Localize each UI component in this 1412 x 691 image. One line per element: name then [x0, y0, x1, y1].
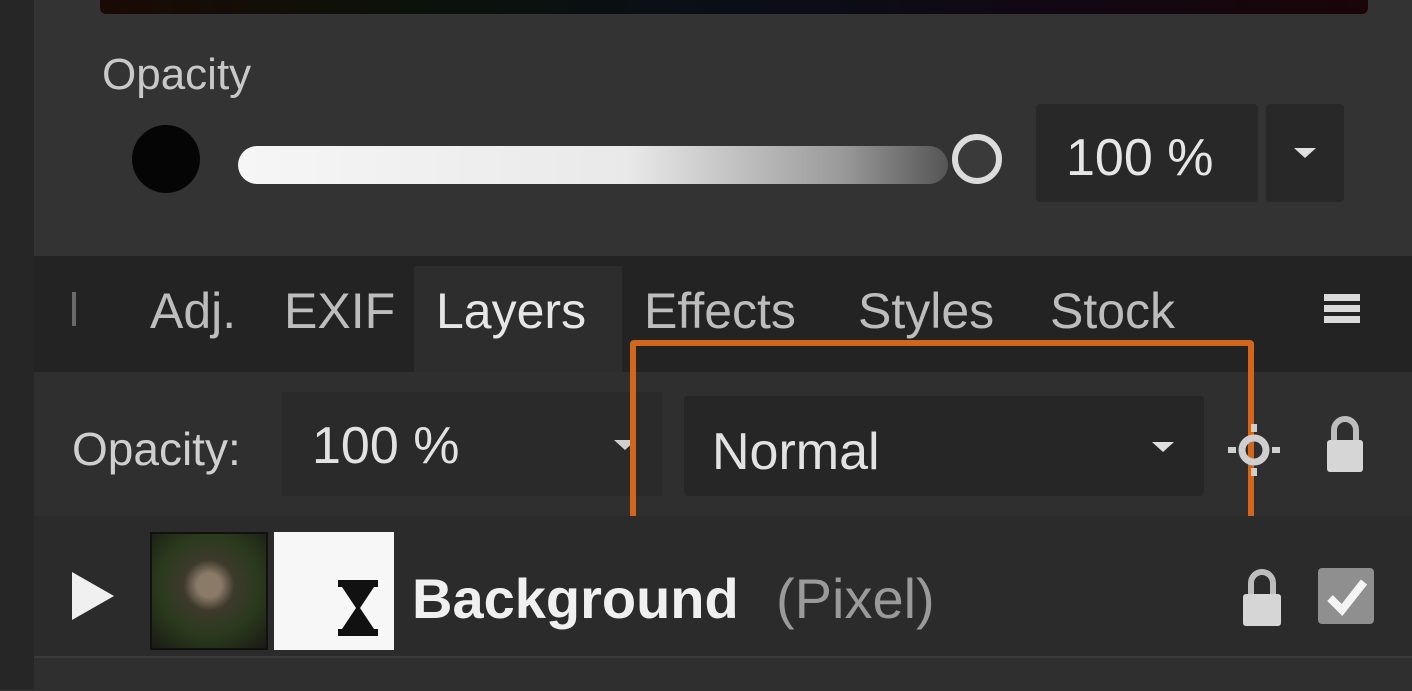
- hourglass-icon: [338, 580, 378, 636]
- sun-icon[interactable]: [1226, 422, 1282, 478]
- color-swatch[interactable]: [132, 125, 200, 193]
- layer-opacity-value: 100 %: [312, 417, 460, 475]
- layer-thumbnail: [150, 532, 268, 650]
- layer-name: Background: [412, 567, 739, 630]
- layer-visibility-checkbox[interactable]: [1318, 568, 1374, 624]
- tab-adjustments[interactable]: Adj.: [150, 282, 236, 340]
- lock-icon[interactable]: [1324, 414, 1366, 474]
- color-spectrum[interactable]: [100, 0, 1368, 14]
- layer-type: (Pixel): [776, 567, 935, 630]
- tab-stock[interactable]: Stock: [1050, 282, 1175, 340]
- highlight-box: [630, 340, 1254, 532]
- expand-icon[interactable]: [72, 572, 114, 620]
- opacity-slider-handle[interactable]: [952, 134, 1002, 184]
- lock-icon[interactable]: [1240, 566, 1284, 628]
- menu-icon[interactable]: [1324, 294, 1360, 324]
- tab-exif[interactable]: EXIF: [284, 282, 395, 340]
- opacity-slider[interactable]: [238, 146, 948, 184]
- color-opacity-label: Opacity: [102, 50, 252, 99]
- color-opacity-dropdown[interactable]: [1266, 104, 1344, 202]
- color-opacity-value: 100 %: [1066, 129, 1214, 187]
- layers-list-bottom: [34, 656, 1412, 691]
- panel-left-edge: [0, 0, 34, 689]
- tab-styles[interactable]: Styles: [858, 282, 994, 340]
- checkmark-icon: [1327, 579, 1368, 617]
- grip-icon[interactable]: [70, 288, 78, 328]
- layer-opacity-label: Opacity:: [72, 423, 241, 475]
- chevron-down-icon: [1294, 148, 1316, 158]
- tab-layers[interactable]: Layers: [436, 282, 586, 340]
- tab-effects[interactable]: Effects: [644, 282, 796, 340]
